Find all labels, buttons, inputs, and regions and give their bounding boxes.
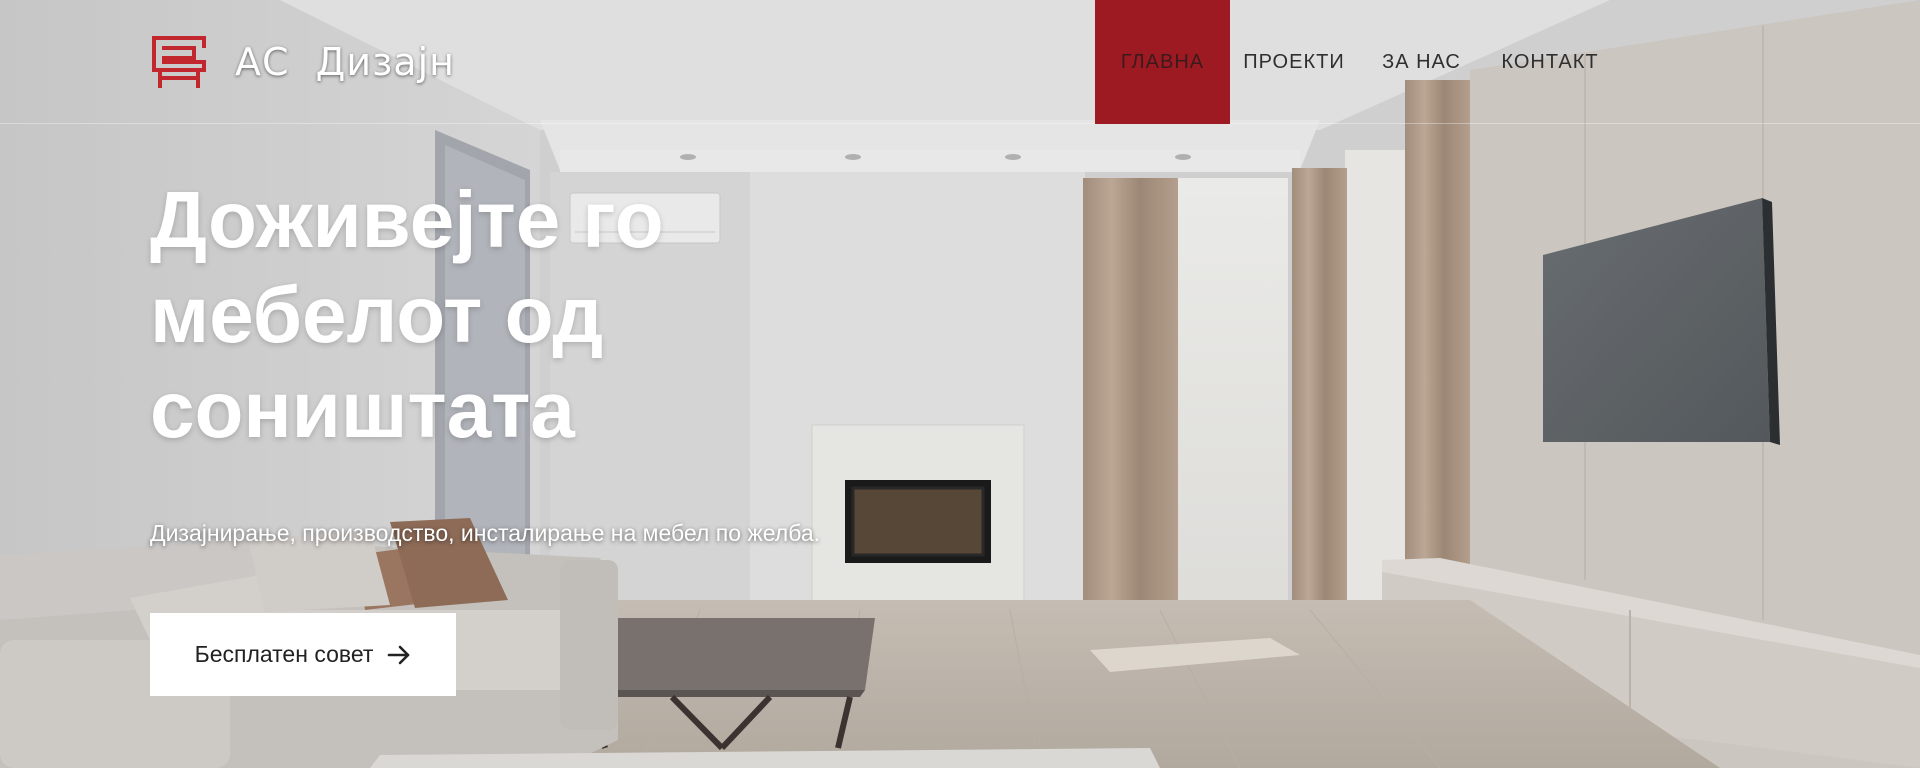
sofa-logo-icon	[152, 36, 206, 88]
free-consultation-button[interactable]: Бесплатен совет	[150, 613, 456, 696]
cta-label: Бесплатен совет	[194, 641, 374, 667]
arrow-right-icon	[388, 645, 410, 664]
site-header: АС Дизајн ГЛАВНА ПРОЕКТИ ЗА НАС КОНТАКТ	[0, 0, 1920, 124]
brand-logo[interactable]: АС Дизајн	[150, 34, 455, 90]
hero-headline: Доживејте го мебелот од соништата	[150, 175, 664, 454]
nav-item-contact[interactable]: КОНТАКТ	[1485, 0, 1615, 124]
main-nav: ГЛАВНА ПРОЕКТИ ЗА НАС КОНТАКТ	[1095, 0, 1615, 124]
hero-subheading: Дизајнирање, производство, инсталирање н…	[150, 520, 821, 546]
hero-section: АС Дизајн ГЛАВНА ПРОЕКТИ ЗА НАС КОНТАКТ …	[0, 0, 1920, 768]
nav-item-home[interactable]: ГЛАВНА	[1095, 0, 1230, 124]
nav-item-projects[interactable]: ПРОЕКТИ	[1230, 0, 1358, 124]
nav-item-about[interactable]: ЗА НАС	[1358, 0, 1485, 124]
brand-name: АС Дизајн	[235, 40, 455, 84]
